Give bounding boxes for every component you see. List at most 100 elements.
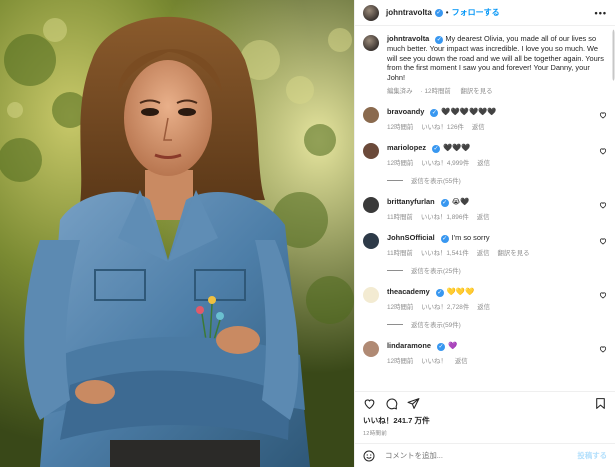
commenter-avatar[interactable] [363,287,379,304]
comment-input[interactable] [385,451,578,460]
comment-text: 🖤🖤🖤 [443,143,471,153]
comment-like-heart-icon[interactable] [599,147,607,155]
commenter-username[interactable]: bravoandy [387,107,424,116]
comment-age: 12時間前 [387,358,414,366]
comment-age: 12時間前 [387,124,414,132]
comment-like-heart-icon[interactable] [599,111,607,119]
comment-line: JohnSOfficial ✓ I'm so sorry [387,233,607,244]
comment-line: lindaramone ✓ 💜 [387,341,607,352]
verified-badge-icon: ✓ [434,8,443,17]
author-avatar[interactable] [363,4,379,21]
commenter-avatar[interactable] [363,143,379,160]
bookmark-icon[interactable] [594,397,607,410]
comment-age: 11時間前 [387,214,413,222]
comment-meta: 11時間前 いいね！1,896件 返信 [387,212,607,221]
comment-container: bravoandy ✓ 🖤🖤🖤🖤🖤🖤 12時間前 いいね！126件 返信 mariolope… [363,107,607,365]
comment-meta: 12時間前 いいね！ 返信 [387,356,607,365]
verified-badge-icon: ✓ [436,343,445,352]
comment-line: mariolopez ✓ 🖤🖤🖤 [387,143,607,154]
separator-dot: • [445,8,449,17]
edited-label: 編集済み [387,88,413,96]
reply-button[interactable]: 返信 [477,160,490,167]
comment-text: I'm so sorry [451,233,490,243]
comment-body: theacademy ✓ 💛💛💛 12時間前 いいね！2,728件 返信 返信を表示(59件… [387,287,607,329]
comment-like-heart-icon[interactable] [599,201,607,209]
add-comment-bar: 投稿する [355,443,615,467]
reply-button[interactable]: 返信 [477,250,490,257]
comment-meta: 12時間前 いいね！4,999件 返信 [387,158,607,167]
comment-item: bravoandy ✓ 🖤🖤🖤🖤🖤🖤 12時間前 いいね！126件 返信 [363,107,607,131]
heart-icon[interactable] [363,397,376,410]
comment-likes[interactable]: いいね！4,999件 [421,160,469,167]
comment-line: brittanyfurlan ✓ 😭🖤 [387,197,607,208]
translate-link[interactable]: 翻訳を見る [461,88,493,95]
emoji-icon[interactable] [363,450,375,462]
view-replies-link[interactable]: 返信を表示(25件) [387,266,607,275]
comment-meta: 12時間前 いいね！2,728件 返信 [387,302,607,311]
verified-badge-icon: ✓ [435,289,444,298]
commenter-avatar[interactable] [363,341,379,358]
commenter-avatar[interactable] [363,107,379,124]
commenter-username[interactable]: lindaramone [387,341,431,350]
comment-body: JohnSOfficial ✓ I'm so sorry 11時間前 いいね！1,541… [387,233,607,275]
comment-likes[interactable]: いいね！ [421,358,447,365]
post-time: 12時間前 [363,431,388,437]
comment-age: 12時間前 [387,304,414,312]
caption-username[interactable]: johntravolta [387,34,429,43]
comment-item: theacademy ✓ 💛💛💛 12時間前 いいね！2,728件 返信 返信を表示(59件… [363,287,607,329]
verified-badge-icon: ✓ [432,145,441,154]
comment-line: bravoandy ✓ 🖤🖤🖤🖤🖤🖤 [387,107,607,118]
comment-item: mariolopez ✓ 🖤🖤🖤 12時間前 いいね！4,999件 返信 返信を表示(55件… [363,143,607,185]
post-caption: johntravolta ✓ My dearest Olivia, you mad… [363,34,607,95]
translate-link[interactable]: 翻訳を見る [498,250,530,257]
comment-item: lindaramone ✓ 💜 12時間前 いいね！ 返信 [363,341,607,365]
comment-likes[interactable]: いいね！1,541件 [421,250,469,257]
comment-body: bravoandy ✓ 🖤🖤🖤🖤🖤🖤 12時間前 いいね！126件 返信 [387,107,607,131]
comment-text: 😭🖤 [451,197,470,207]
caption-age: 12時間前 [424,88,451,96]
commenter-username[interactable]: mariolopez [387,143,426,152]
reply-button[interactable]: 返信 [477,214,490,221]
comments-list[interactable]: johntravolta ✓ My dearest Olivia, you mad… [355,26,615,391]
action-bar [355,391,615,415]
post-header: johntravolta ✓ • フォローする ••• [355,0,615,26]
comment-body: brittanyfurlan ✓ 😭🖤 11時間前 いいね！1,896件 返信 [387,197,607,221]
comment-likes[interactable]: いいね！2,728件 [421,304,469,311]
comment-like-heart-icon[interactable] [599,345,607,353]
caption-avatar[interactable] [363,35,379,51]
share-icon[interactable] [407,397,420,410]
post-side-panel: johntravolta ✓ • フォローする ••• johntravolta… [354,0,615,467]
commenter-username[interactable]: brittanyfurlan [387,197,435,206]
author-username[interactable]: johntravolta [386,8,432,17]
post-comment-button[interactable]: 投稿する [577,450,607,461]
verified-badge-icon: ✓ [435,36,444,44]
commenter-username[interactable]: JohnSOfficial [387,233,435,242]
likes-count[interactable]: いいね！241.7 万件 [355,415,615,426]
reply-button[interactable]: 返信 [472,124,485,131]
follow-button[interactable]: フォローする [452,7,500,18]
verified-badge-icon: ✓ [440,235,449,244]
more-options-icon[interactable]: ••• [595,8,607,18]
view-replies-link[interactable]: 返信を表示(59件) [387,320,607,329]
caption-text-block: johntravolta ✓ My dearest Olivia, you mad… [387,34,607,82]
commenter-username[interactable]: theacademy [387,287,430,296]
comment-text: 🖤🖤🖤🖤🖤🖤 [441,107,497,117]
comment-likes[interactable]: いいね！126件 [421,124,464,131]
comment-likes[interactable]: いいね！1,896件 [421,214,469,221]
comment-age: 11時間前 [387,250,413,258]
verified-badge-icon: ✓ [440,199,449,208]
comment-body: mariolopez ✓ 🖤🖤🖤 12時間前 いいね！4,999件 返信 返信を表示(55件… [387,143,607,185]
comment-icon[interactable] [385,397,398,410]
view-replies-link[interactable]: 返信を表示(55件) [387,176,607,185]
commenter-avatar[interactable] [363,233,379,250]
commenter-avatar[interactable] [363,197,379,214]
reply-button[interactable]: 返信 [477,304,490,311]
post-photo[interactable] [0,0,354,467]
caption-meta: 編集済み · 12時間前 翻訳を見る [387,88,493,96]
comment-item: JohnSOfficial ✓ I'm so sorry 11時間前 いいね！1,541… [363,233,607,275]
comment-like-heart-icon[interactable] [599,237,607,245]
comment-text: 💜 [447,341,458,351]
comment-line: theacademy ✓ 💛💛💛 [387,287,607,298]
comment-like-heart-icon[interactable] [599,291,607,299]
reply-button[interactable]: 返信 [455,358,468,365]
